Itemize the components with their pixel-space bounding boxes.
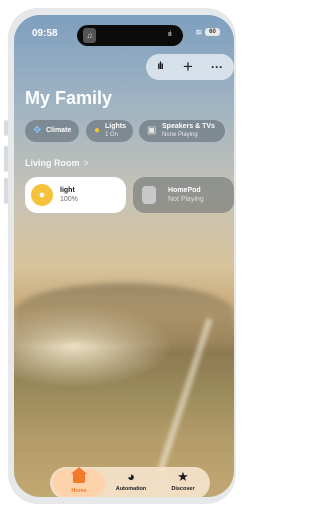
room-header[interactable]: Living Room > xyxy=(25,158,89,168)
top-toolbar: ılı + ··· xyxy=(146,54,234,80)
side-button xyxy=(4,146,8,172)
voice-intercom-button[interactable]: ılı xyxy=(151,54,169,80)
home-screen: 09:58 ♫ ıılı ≋ 60 ılı + ··· My Family ✥ … xyxy=(14,15,234,497)
tab-automation[interactable]: ◕ Automation xyxy=(105,467,157,497)
homepod-icon xyxy=(142,186,156,204)
tab-label: Automation xyxy=(115,486,147,492)
star-icon: ★ xyxy=(177,469,189,484)
waveform-icon: ıılı xyxy=(167,31,173,38)
dynamic-island: ♫ ıılı xyxy=(77,25,183,46)
speaker-tv-icon: ▣ xyxy=(147,125,157,136)
now-playing-icon: ♫ xyxy=(83,28,96,43)
add-button[interactable]: + xyxy=(179,54,197,80)
accessory-name: light xyxy=(60,187,75,194)
chip-label: Speakers & TVs xyxy=(162,123,215,130)
tab-bar: Home ◕ Automation ★ Discover xyxy=(50,467,210,497)
accessory-tile-light[interactable]: ● light 100% xyxy=(25,177,126,213)
tab-discover[interactable]: ★ Discover xyxy=(157,467,209,497)
house-icon xyxy=(53,467,105,487)
side-button xyxy=(4,120,8,136)
chip-sub: 1 On xyxy=(105,132,119,138)
status-time: 09:58 xyxy=(32,28,58,39)
accessory-state: Not Playing xyxy=(168,196,204,203)
accessory-tile-homepod[interactable]: HomePod Not Playing xyxy=(133,177,234,213)
chip-lights[interactable]: ● Lights 1 On xyxy=(86,120,133,142)
lightbulb-icon: ● xyxy=(31,184,53,206)
room-name: Living Room xyxy=(25,158,80,168)
chip-label: Climate xyxy=(46,127,72,134)
tab-label: Home xyxy=(71,488,87,494)
side-button xyxy=(4,178,8,204)
accessory-state: 100% xyxy=(60,196,78,203)
chevron-right-icon: > xyxy=(83,158,89,168)
more-button[interactable]: ··· xyxy=(207,54,227,80)
chip-climate[interactable]: ✥ Climate xyxy=(25,120,79,142)
chip-label: Lights xyxy=(105,123,126,130)
tab-label: Discover xyxy=(171,486,195,492)
home-title: My Family xyxy=(25,88,113,108)
chip-speakers-tvs[interactable]: ▣ Speakers & TVs None Playing xyxy=(139,120,225,142)
accessory-name: HomePod xyxy=(168,187,201,194)
lightbulb-icon: ● xyxy=(94,125,101,136)
tab-home[interactable]: Home xyxy=(53,467,105,497)
fan-icon: ✥ xyxy=(33,125,42,136)
chip-sub: None Playing xyxy=(162,132,198,138)
wifi-icon: ≋ xyxy=(195,27,203,37)
clock-icon: ◕ xyxy=(127,469,135,484)
battery-indicator: 60 xyxy=(205,28,220,36)
status-bar: 09:58 ♫ ıılı ≋ 60 xyxy=(14,15,234,46)
